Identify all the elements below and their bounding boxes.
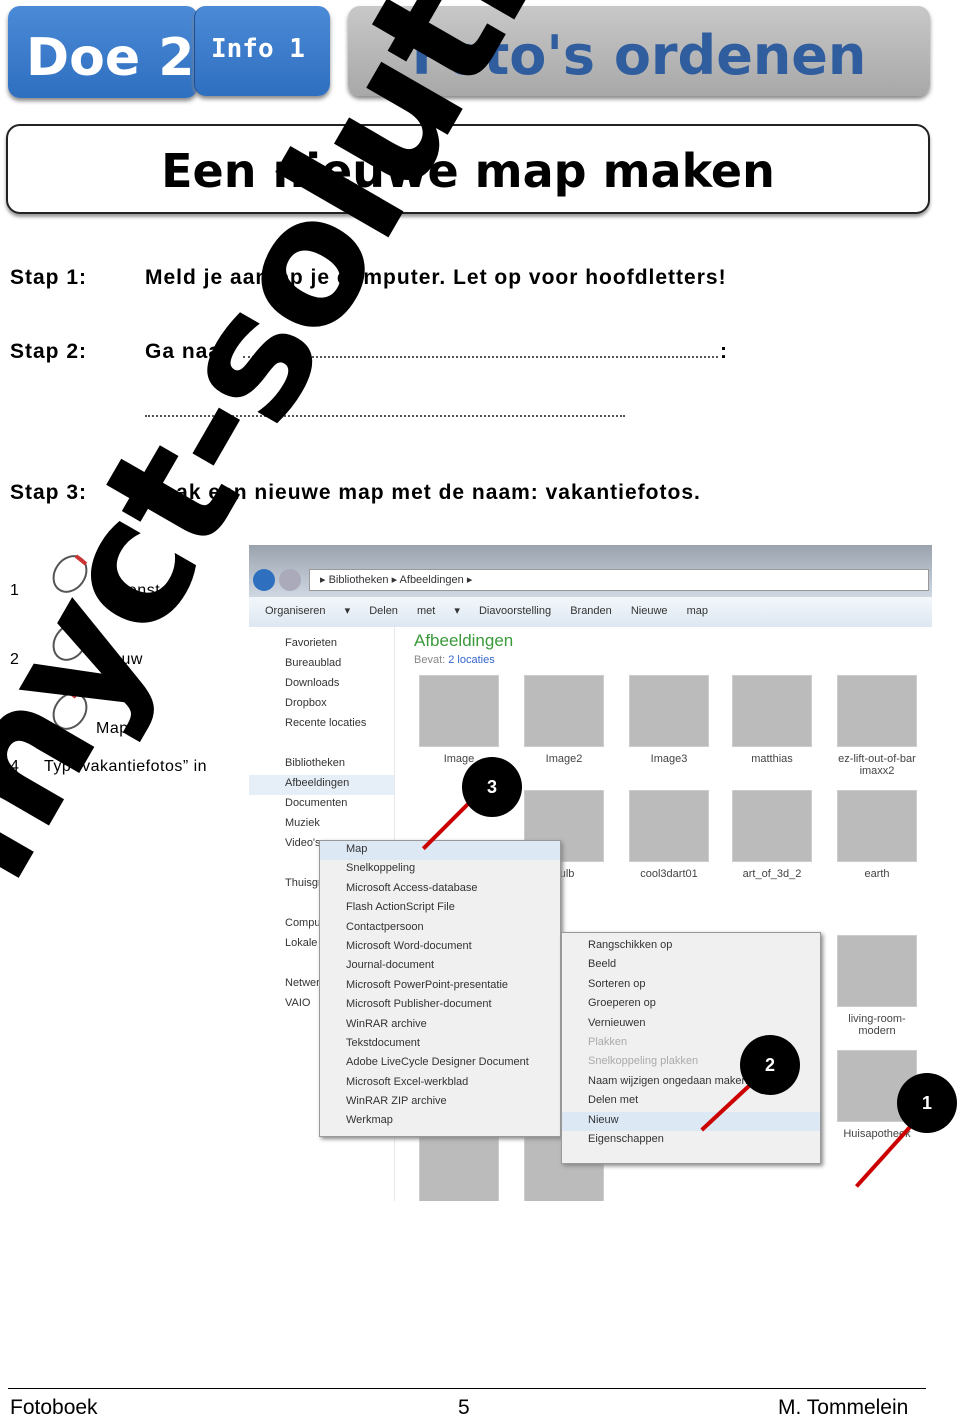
locations-link[interactable]: 2 locaties xyxy=(448,654,494,666)
thumbnail-caption: Image2 xyxy=(545,753,583,765)
thumbnail-caption: art_of_3d_2 xyxy=(742,868,802,880)
nav-item[interactable]: Bureaublad xyxy=(249,655,394,675)
new-submenu: Map Snelkoppeling Microsoft Access-databas… xyxy=(319,840,561,1137)
thumbnail-caption: earth xyxy=(864,868,890,880)
library-title: Afbeeldingen xyxy=(414,631,514,650)
new-menu-item[interactable]: WinRAR archive xyxy=(320,1016,560,1035)
context-menu-item[interactable]: Eigenschappen xyxy=(562,1131,820,1150)
footer-rule xyxy=(8,1388,926,1389)
nav-item[interactable]: Bibliotheken xyxy=(249,755,394,775)
breadcrumb-item[interactable]: Bibliotheken xyxy=(329,574,389,586)
doe-badge: Doe 2 xyxy=(8,6,198,98)
toolbar-burn[interactable]: Branden xyxy=(570,605,612,617)
back-button[interactable] xyxy=(253,569,275,591)
new-menu-item[interactable]: Microsoft PowerPoint-presentatie xyxy=(320,977,560,996)
step-2-label: Stap 2: xyxy=(10,340,88,363)
step-2-colon: : xyxy=(720,340,728,363)
address-area: ▸ Bibliotheken ▸ Afbeeldingen ▸ xyxy=(249,545,932,597)
forward-button[interactable] xyxy=(279,569,301,591)
address-bar[interactable]: ▸ Bibliotheken ▸ Afbeeldingen ▸ xyxy=(309,569,929,591)
nav-item[interactable]: Favorieten xyxy=(249,635,394,655)
toolbar-new-folder[interactable]: Nieuwe map xyxy=(631,605,708,617)
thumbnail-caption: matthias xyxy=(751,753,793,765)
context-menu-item[interactable]: Delen met xyxy=(562,1092,820,1111)
step-badge-3: 3 xyxy=(462,757,522,817)
new-menu-item[interactable]: Map xyxy=(320,841,560,861)
new-menu-item[interactable]: WinRAR ZIP archive xyxy=(320,1093,560,1112)
thumbnail-image[interactable] xyxy=(837,675,917,747)
footer-left: Fotoboek xyxy=(10,1396,98,1419)
toolbar-share[interactable]: Delen met ▾ xyxy=(369,605,460,617)
toolbar: Organiseren ▾ Delen met ▾ Diavoorstellin… xyxy=(249,597,932,627)
thumbnail-image[interactable] xyxy=(732,790,812,862)
nav-item[interactable]: Afbeeldingen xyxy=(249,775,394,795)
context-menu-item[interactable]: Groeperen op xyxy=(562,995,820,1014)
thumbnail-image[interactable] xyxy=(629,790,709,862)
new-menu-item[interactable]: Contactpersoon xyxy=(320,919,560,938)
thumbnail-caption: cool3dart01 xyxy=(640,868,698,880)
nav-item xyxy=(249,735,394,755)
new-menu-item[interactable]: Tekstdocument xyxy=(320,1035,560,1054)
toolbar-slideshow[interactable]: Diavoorstelling xyxy=(479,605,551,617)
new-menu-item[interactable]: Microsoft Excel-werkblad xyxy=(320,1074,560,1093)
library-sub-label: Bevat: xyxy=(414,654,446,666)
breadcrumb-item[interactable]: Afbeeldingen xyxy=(400,574,464,586)
thumbnail-image[interactable] xyxy=(732,675,812,747)
context-menu-item[interactable]: Nieuw xyxy=(562,1111,820,1131)
step-badge-1: 1 xyxy=(897,1073,957,1133)
step-1-label: Stap 1: xyxy=(10,266,88,289)
thumbnail-image[interactable] xyxy=(629,675,709,747)
context-menu-item[interactable]: Rangschikken op xyxy=(562,937,820,956)
context-menu-item[interactable]: Vernieuwen xyxy=(562,1015,820,1034)
nav-item[interactable]: Downloads xyxy=(249,675,394,695)
thumbnail-caption: living-room-modern xyxy=(848,1013,906,1037)
thumbnail-caption: ez-lift-out-of-bar imaxx2 xyxy=(838,753,916,777)
thumbnail-caption: Image3 xyxy=(650,753,688,765)
new-menu-item[interactable]: Flash ActionScript File xyxy=(320,899,560,918)
nav-item[interactable]: Muziek xyxy=(249,815,394,835)
new-menu-item[interactable]: Microsoft Publisher-document xyxy=(320,996,560,1015)
step-badge-2: 2 xyxy=(740,1035,800,1095)
thumbnail-image[interactable] xyxy=(419,675,499,747)
thumbnail-image[interactable] xyxy=(419,1135,499,1201)
thumbnail-image[interactable] xyxy=(837,790,917,862)
toolbar-organize[interactable]: Organiseren ▾ xyxy=(265,605,350,617)
footer-author: M. Tommelein xyxy=(778,1396,909,1419)
nav-item[interactable]: Documenten xyxy=(249,795,394,815)
context-menu-item[interactable]: Sorteren op xyxy=(562,976,820,995)
new-menu-item[interactable]: Microsoft Word-document xyxy=(320,938,560,957)
nav-item[interactable]: Recente locaties xyxy=(249,715,394,735)
new-menu-item[interactable]: Journal-document xyxy=(320,957,560,976)
new-menu-item[interactable]: Adobe LiveCycle Designer Document xyxy=(320,1054,560,1073)
explorer-screenshot: ▸ Bibliotheken ▸ Afbeeldingen ▸ Organise… xyxy=(249,545,932,1201)
new-menu-item[interactable]: Snelkoppeling xyxy=(320,860,560,879)
new-menu-item[interactable]: Microsoft Access-database xyxy=(320,880,560,899)
thumbnail-image[interactable] xyxy=(524,675,604,747)
new-menu-item[interactable]: Werkmap xyxy=(320,1112,560,1131)
nav-item[interactable]: Dropbox xyxy=(249,695,394,715)
thumbnail-image[interactable] xyxy=(837,935,917,1007)
context-menu-item[interactable]: Beeld xyxy=(562,956,820,975)
page-number: 5 xyxy=(458,1396,470,1419)
